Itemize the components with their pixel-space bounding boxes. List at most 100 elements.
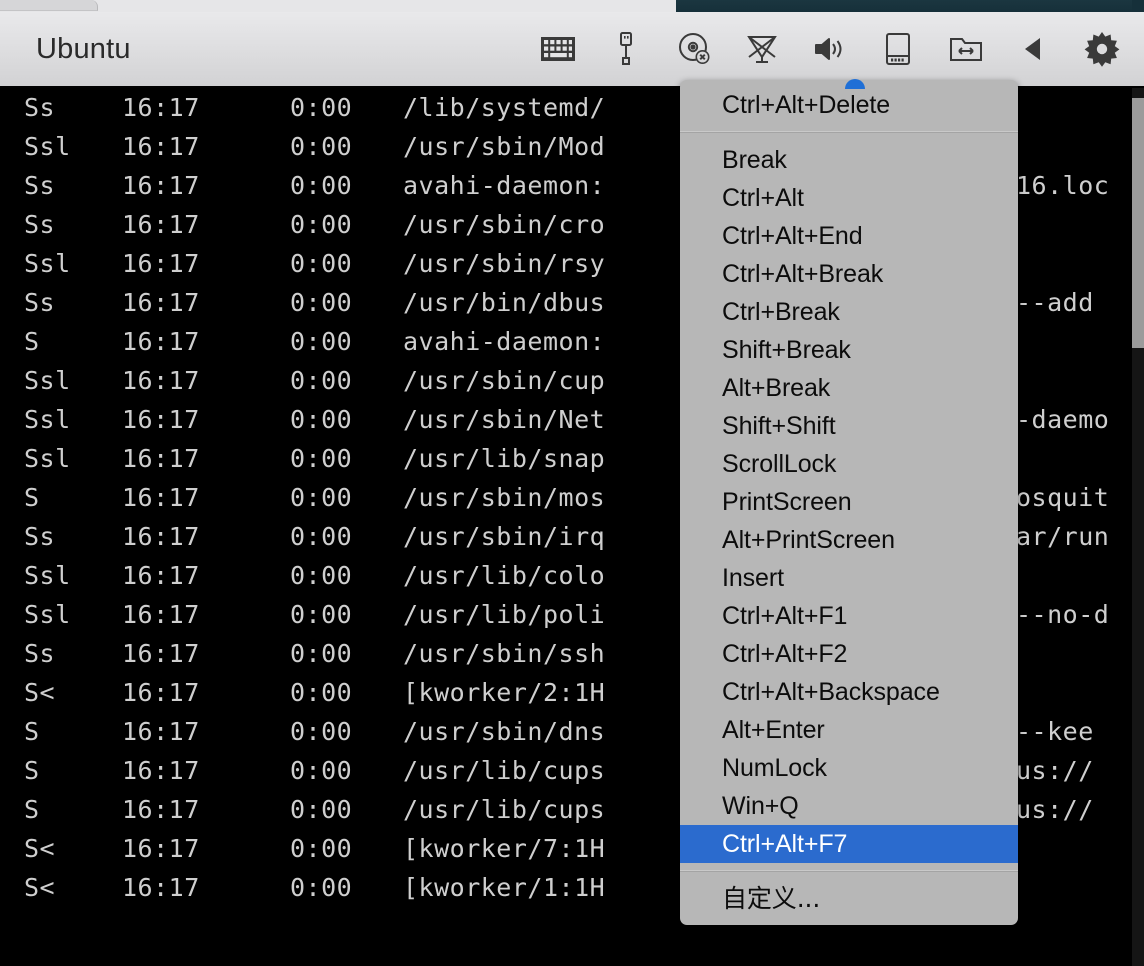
- process-start-time: 16:17: [122, 639, 200, 668]
- process-cpu-time: 0:00: [290, 522, 353, 551]
- menu-item-[interactable]: 自定义...: [680, 880, 1018, 918]
- process-cpu-time: 0:00: [290, 444, 353, 473]
- menu-item-printscreen[interactable]: PrintScreen: [680, 483, 1018, 521]
- terminal-scrollbar-track[interactable]: [1132, 88, 1144, 966]
- process-command: /usr/lib/poli: [403, 600, 606, 629]
- process-command-tail: us://: [1016, 795, 1094, 824]
- window-top-strip: [0, 0, 1144, 12]
- process-command: /usr/sbin/Net: [403, 405, 606, 434]
- process-stat: Ss: [24, 522, 56, 551]
- process-command: avahi-daemon:: [403, 327, 606, 356]
- process-stat: S: [24, 795, 40, 824]
- process-start-time: 16:17: [122, 444, 200, 473]
- process-stat: S<: [24, 834, 56, 863]
- process-command: [kworker/1:1H: [403, 873, 606, 902]
- menu-item-scrolllock[interactable]: ScrollLock: [680, 445, 1018, 483]
- keyboard-icon[interactable]: [532, 23, 584, 75]
- process-stat: Ssl: [24, 561, 71, 590]
- menu-item-ctrl-alt[interactable]: Ctrl+Alt: [680, 179, 1018, 217]
- menu-item-list: Ctrl+Alt+Delete Break Ctrl+Alt Ctrl+Alt+End…: [680, 86, 1018, 918]
- process-command-tail: --add: [1016, 288, 1094, 317]
- process-stat: Ss: [24, 171, 56, 200]
- menu-item-alt-printscreen[interactable]: Alt+PrintScreen: [680, 521, 1018, 559]
- settings-gear-icon[interactable]: [1076, 23, 1128, 75]
- process-cpu-time: 0:00: [290, 600, 353, 629]
- menu-item-ctrl-alt-f7[interactable]: Ctrl+Alt+F7: [680, 825, 1018, 863]
- back-arrow-icon[interactable]: [1008, 23, 1060, 75]
- process-stat: S<: [24, 678, 56, 707]
- dark-panel-strip: [676, 0, 1144, 12]
- process-command: /usr/sbin/cup: [403, 366, 606, 395]
- menu-item-ctrl-alt-end[interactable]: Ctrl+Alt+End: [680, 217, 1018, 255]
- process-cpu-time: 0:00: [290, 717, 353, 746]
- process-start-time: 16:17: [122, 288, 200, 317]
- process-stat: S: [24, 327, 40, 356]
- process-cpu-time: 0:00: [290, 210, 353, 239]
- process-cpu-time: 0:00: [290, 249, 353, 278]
- process-command-tail: us://: [1016, 756, 1094, 785]
- menu-item-alt-enter[interactable]: Alt+Enter: [680, 711, 1018, 749]
- process-stat: Ssl: [24, 132, 71, 161]
- process-start-time: 16:17: [122, 366, 200, 395]
- process-stat: Ssl: [24, 444, 71, 473]
- vm-title: Ubuntu: [36, 32, 131, 65]
- process-cpu-time: 0:00: [290, 327, 353, 356]
- window-tab-handle[interactable]: [0, 0, 98, 11]
- process-command: /usr/sbin/irq: [403, 522, 606, 551]
- process-command: /usr/sbin/Mod: [403, 132, 606, 161]
- process-command: /usr/sbin/rsy: [403, 249, 606, 278]
- menu-item-ctrl-alt-f1[interactable]: Ctrl+Alt+F1: [680, 597, 1018, 635]
- menu-item-shift-break[interactable]: Shift+Break: [680, 331, 1018, 369]
- speaker-icon[interactable]: [804, 23, 856, 75]
- process-start-time: 16:17: [122, 249, 200, 278]
- menu-item-numlock[interactable]: NumLock: [680, 749, 1018, 787]
- process-start-time: 16:17: [122, 600, 200, 629]
- menu-separator: [680, 870, 1018, 872]
- process-start-time: 16:17: [122, 483, 200, 512]
- menu-item-insert[interactable]: Insert: [680, 559, 1018, 597]
- process-command-tail: ar/run: [1016, 522, 1110, 551]
- menu-item-ctrl-alt-delete[interactable]: Ctrl+Alt+Delete: [680, 86, 1018, 124]
- process-command: /usr/bin/dbus: [403, 288, 606, 317]
- process-start-time: 16:17: [122, 561, 200, 590]
- process-start-time: 16:17: [122, 795, 200, 824]
- keyboard-shortcut-menu[interactable]: Ctrl+Alt+Delete Break Ctrl+Alt Ctrl+Alt+End…: [680, 80, 1018, 925]
- process-stat: Ss: [24, 210, 56, 239]
- usb-icon[interactable]: [600, 23, 652, 75]
- menu-item-alt-break[interactable]: Alt+Break: [680, 369, 1018, 407]
- process-stat: S: [24, 756, 40, 785]
- process-stat: Ss: [24, 288, 56, 317]
- optical-disc-disabled-icon[interactable]: [668, 23, 720, 75]
- terminal-scrollbar-thumb[interactable]: [1132, 98, 1144, 348]
- shared-folder-icon[interactable]: [940, 23, 992, 75]
- process-cpu-time: 0:00: [290, 795, 353, 824]
- process-cpu-time: 0:00: [290, 405, 353, 434]
- menu-item-break[interactable]: Break: [680, 141, 1018, 179]
- process-command: /usr/lib/cups: [403, 756, 606, 785]
- process-stat: S: [24, 483, 40, 512]
- process-start-time: 16:17: [122, 717, 200, 746]
- menu-item-win-q[interactable]: Win+Q: [680, 787, 1018, 825]
- process-cpu-time: 0:00: [290, 132, 353, 161]
- process-stat: Ssl: [24, 249, 71, 278]
- process-command-tail: --kee: [1016, 717, 1094, 746]
- hard-drive-icon[interactable]: [872, 23, 924, 75]
- menu-item-ctrl-break[interactable]: Ctrl+Break: [680, 293, 1018, 331]
- process-command: /usr/lib/cups: [403, 795, 606, 824]
- menu-item-ctrl-alt-backspace[interactable]: Ctrl+Alt+Backspace: [680, 673, 1018, 711]
- process-stat: Ss: [24, 639, 56, 668]
- menu-item-ctrl-alt-f2[interactable]: Ctrl+Alt+F2: [680, 635, 1018, 673]
- process-start-time: 16:17: [122, 678, 200, 707]
- process-start-time: 16:17: [122, 93, 200, 122]
- process-stat: S: [24, 717, 40, 746]
- menu-item-shift-shift[interactable]: Shift+Shift: [680, 407, 1018, 445]
- process-command: /usr/sbin/ssh: [403, 639, 606, 668]
- process-start-time: 16:17: [122, 834, 200, 863]
- process-cpu-time: 0:00: [290, 678, 353, 707]
- network-disconnected-icon[interactable]: [736, 23, 788, 75]
- menu-item-ctrl-alt-break[interactable]: Ctrl+Alt+Break: [680, 255, 1018, 293]
- process-cpu-time: 0:00: [290, 288, 353, 317]
- process-cpu-time: 0:00: [290, 639, 353, 668]
- screen: Ubuntu Ss 16:17 0:00 /lib/systemd/ Ssl 1…: [0, 0, 1144, 966]
- process-command: avahi-daemon:: [403, 171, 606, 200]
